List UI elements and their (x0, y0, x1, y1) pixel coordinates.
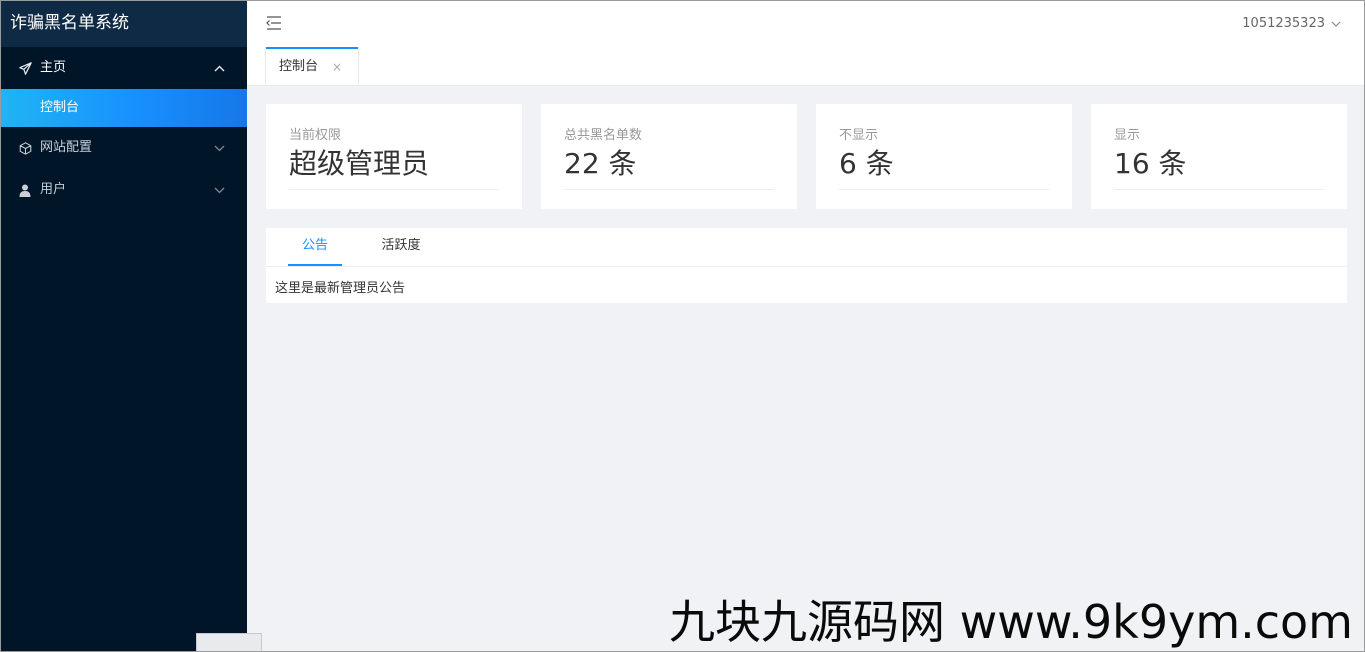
stat-card-hidden: 不显示 6 条 (816, 104, 1072, 209)
cube-icon (18, 141, 32, 155)
chevron-down-icon (214, 127, 225, 169)
sidebar-item-label: 主页 (40, 60, 67, 75)
stat-value: 22 条 (564, 147, 774, 190)
tab-activity[interactable]: 活跃度 (372, 228, 430, 266)
sidebar-item-label: 用户 (40, 182, 67, 197)
stat-label: 总共黑名单数 (564, 128, 643, 143)
stat-label: 显示 (1114, 128, 1141, 143)
tab-label: 控制台 (279, 59, 319, 74)
paper-plane-icon (18, 61, 32, 75)
panel-tabs: 公告 活跃度 (266, 228, 1347, 267)
top-header: 1051235323 (247, 0, 1365, 48)
stat-card-shown: 显示 16 条 (1091, 104, 1347, 209)
sidebar-item-site-config[interactable]: 网站配置 (0, 127, 247, 169)
stat-value: 超级管理员 (289, 147, 499, 190)
stat-label: 不显示 (839, 128, 879, 143)
sidebar: 诈骗黑名单系统 主页 控制台 网站配置 用户 (0, 0, 247, 652)
sidebar-item-users[interactable]: 用户 (0, 169, 247, 211)
watermark-text: 九块九源码网 www.9k9ym.com (669, 595, 1353, 649)
stat-value: 6 条 (839, 147, 1049, 190)
minimized-window-tab[interactable] (196, 633, 262, 652)
stat-value: 16 条 (1114, 147, 1324, 190)
chevron-down-icon (1331, 0, 1341, 47)
notice-content: 这里是最新管理员公告 (275, 281, 406, 296)
menu-toggle-icon[interactable] (265, 14, 283, 32)
stat-card-total-blacklist: 总共黑名单数 22 条 (541, 104, 797, 209)
sidebar-item-label: 网站配置 (40, 140, 93, 155)
sidebar-item-dashboard[interactable]: 控制台 (0, 89, 247, 127)
sidebar-item-home[interactable]: 主页 (0, 47, 247, 89)
stat-label: 当前权限 (289, 128, 342, 143)
tab-notice[interactable]: 公告 (288, 228, 342, 266)
page-tabs-bar: 控制台 × (247, 47, 1365, 86)
username: 1051235323 (1242, 16, 1325, 31)
user-menu[interactable]: 1051235323 (1242, 0, 1341, 47)
notice-panel: 公告 活跃度 这里是最新管理员公告 (266, 228, 1347, 303)
app-title: 诈骗黑名单系统 (0, 0, 247, 47)
user-icon (18, 183, 32, 197)
tab-dashboard[interactable]: 控制台 × (266, 47, 358, 85)
stat-card-permission: 当前权限 超级管理员 (266, 104, 522, 209)
chevron-up-icon (214, 47, 225, 89)
chevron-down-icon (214, 169, 225, 211)
close-icon[interactable]: × (332, 49, 342, 85)
